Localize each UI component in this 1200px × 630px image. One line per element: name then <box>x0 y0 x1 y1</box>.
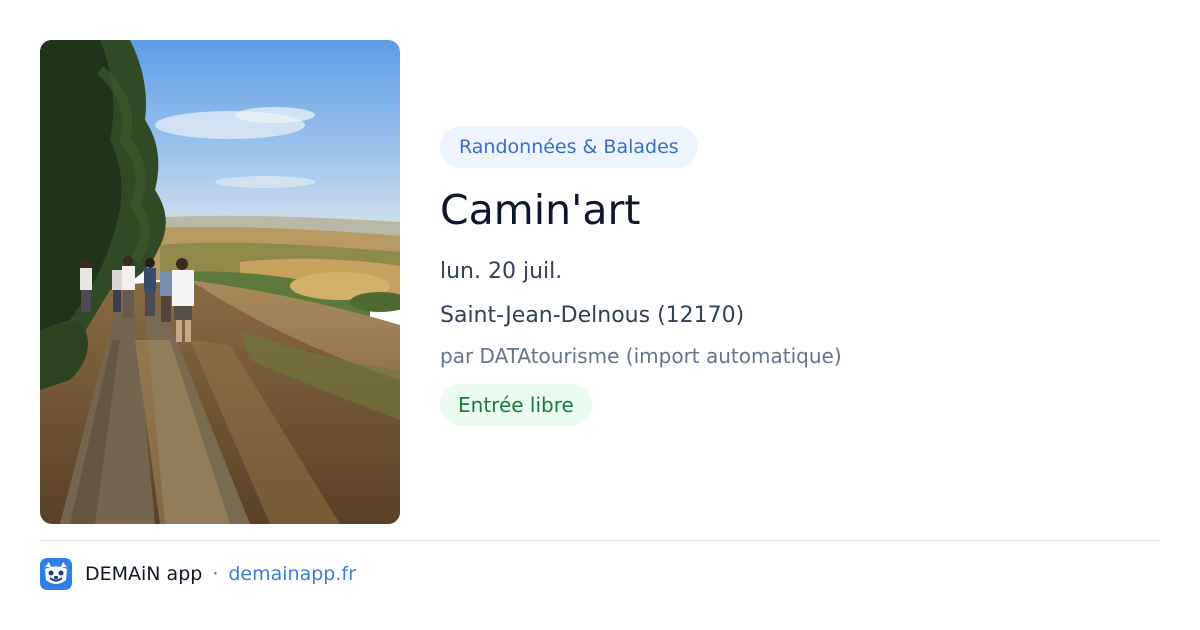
footer: DEMAiN app · demainapp.fr <box>40 558 356 590</box>
footer-separator: · <box>212 563 219 585</box>
app-name: DEMAiN app <box>85 563 203 585</box>
event-info: Randonnées & Balades Camin'art lun. 20 j… <box>440 126 1160 426</box>
event-date: lun. 20 juil. <box>440 259 563 284</box>
footer-divider <box>40 540 1160 541</box>
demain-app-logo-icon <box>40 558 72 590</box>
event-source: par DATAtourisme (import automatique) <box>440 344 842 368</box>
event-share-card: Randonnées & Balades Camin'art lun. 20 j… <box>0 0 1200 630</box>
app-website-link[interactable]: demainapp.fr <box>228 563 356 585</box>
event-location: Saint-Jean-Delnous (12170) <box>440 303 745 328</box>
category-chip[interactable]: Randonnées & Balades <box>440 126 698 168</box>
event-title: Camin'art <box>440 186 641 234</box>
price-chip: Entrée libre <box>440 384 592 426</box>
event-photo <box>40 40 400 524</box>
